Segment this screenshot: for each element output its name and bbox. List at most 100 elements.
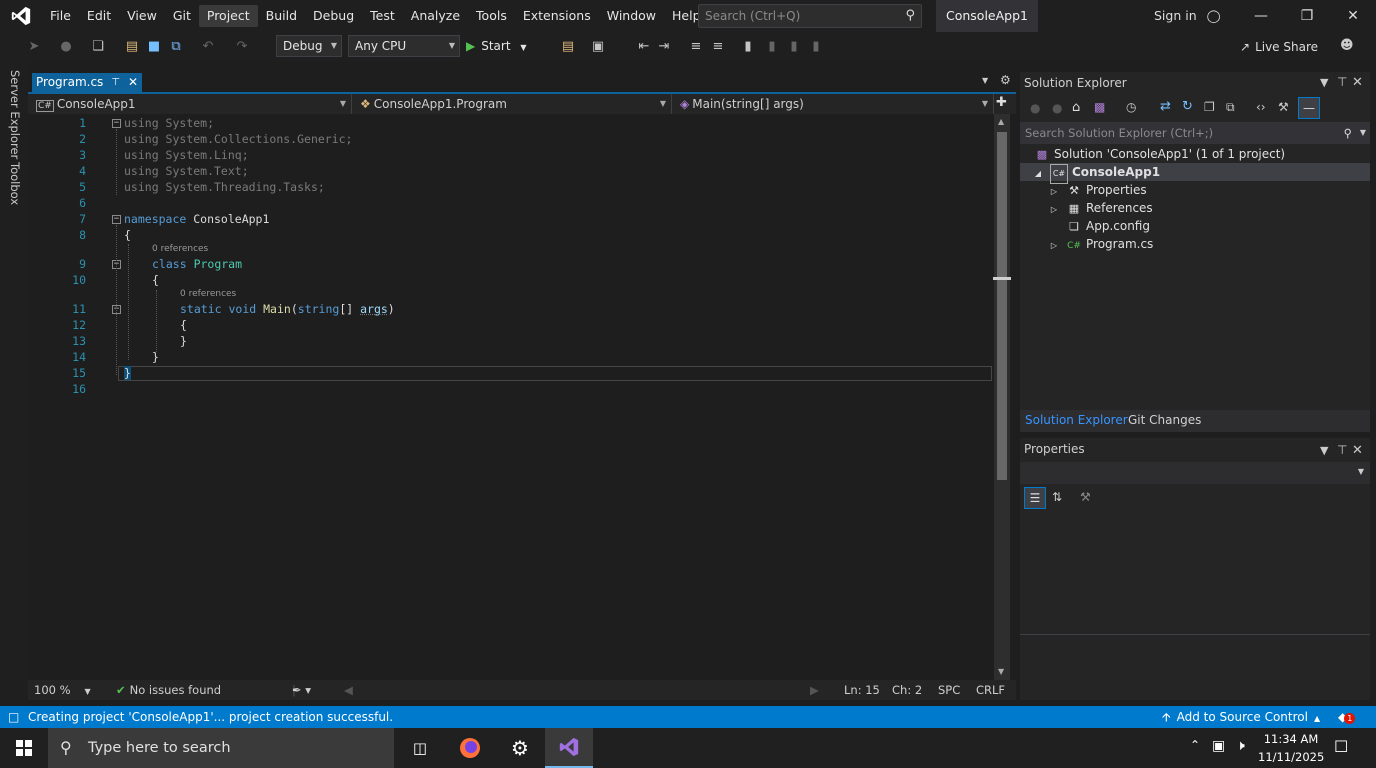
refresh-icon[interactable]: ↻ xyxy=(1182,99,1193,114)
close-icon[interactable]: ✕ xyxy=(128,73,138,92)
project-dropdown[interactable]: C# ConsoleApp1 ▼ xyxy=(30,94,352,114)
tree-references-node[interactable]: ▷ ▦ References xyxy=(1046,199,1153,217)
class-dropdown[interactable]: ❖ ConsoleApp1.Program ▼ xyxy=(354,94,672,114)
code-lens-references[interactable]: 0 references xyxy=(180,289,236,299)
pin-icon[interactable]: ⊤ xyxy=(1337,75,1347,89)
expanded-arrow-icon[interactable]: ◢ xyxy=(1030,165,1046,183)
menu-file[interactable]: File xyxy=(42,5,79,27)
menu-window[interactable]: Window xyxy=(599,5,664,27)
feedback-icon[interactable]: ☻ xyxy=(1340,38,1354,53)
windows-start-icon[interactable] xyxy=(0,728,48,768)
whitespace-indicator[interactable]: SPC xyxy=(938,683,960,697)
gear-icon[interactable]: ⚙ xyxy=(1000,73,1011,87)
solution-platform-dropdown[interactable]: Any CPU ▼ xyxy=(348,35,460,57)
fold-toggle-icon[interactable]: − xyxy=(112,215,121,224)
show-all-files-icon[interactable]: ⧉ xyxy=(1226,100,1235,115)
clear-bookmarks-icon[interactable]: ▮ xyxy=(808,39,824,55)
outdent-icon[interactable]: ≡ xyxy=(710,39,726,55)
navigate-back-icon[interactable]: ➤ xyxy=(26,39,42,55)
minimize-button[interactable]: — xyxy=(1238,0,1284,32)
preview-selected-icon[interactable]: — xyxy=(1298,97,1320,119)
tab-solution-explorer[interactable]: Solution Explorer xyxy=(1025,413,1128,427)
restore-button[interactable]: ❐ xyxy=(1284,0,1330,32)
tree-solution-node[interactable]: ▩ Solution 'ConsoleApp1' (1 of 1 project) xyxy=(1034,145,1285,163)
solution-explorer-search-input[interactable]: Search Solution Explorer (Ctrl+;) ⚲ ▼ xyxy=(1020,122,1370,144)
collapsed-arrow-icon[interactable]: ▷ xyxy=(1046,237,1062,255)
categorized-icon[interactable]: ☰ xyxy=(1024,487,1046,509)
menu-tools[interactable]: Tools xyxy=(468,5,515,27)
save-icon[interactable]: ■ xyxy=(146,39,162,55)
line-ending-indicator[interactable]: CRLF xyxy=(976,683,1005,697)
browser-link-icon[interactable]: ▣ xyxy=(590,39,606,55)
notifications-button[interactable]: ◆1 xyxy=(1338,706,1356,728)
panel-options-icon[interactable]: ▼ xyxy=(1320,76,1328,89)
chevron-up-icon[interactable]: ⌃ xyxy=(1190,738,1200,752)
volume-muted-icon[interactable]: 🕨 xyxy=(1236,738,1245,754)
forward-icon[interactable]: ● xyxy=(1052,101,1062,115)
menu-test[interactable]: Test xyxy=(362,5,403,27)
scroll-left-icon[interactable]: ◀ xyxy=(344,683,353,697)
tree-project-node[interactable]: ◢ C# ConsoleApp1 xyxy=(1030,163,1160,184)
scrollbar-thumb[interactable] xyxy=(997,132,1007,480)
tab-list-dropdown-icon[interactable]: ▼ xyxy=(982,76,988,85)
server-explorer-tab[interactable]: Server Explorer xyxy=(8,70,22,159)
code-lens-references[interactable]: 0 references xyxy=(152,244,208,254)
pin-icon[interactable]: ⊤ xyxy=(111,73,120,92)
issues-indicator[interactable]: ✔ No issues found xyxy=(116,683,221,697)
settings-gear-icon[interactable]: ⚙ xyxy=(496,728,544,768)
tab-program-cs[interactable]: Program.cs ⊤ ✕ xyxy=(32,73,143,92)
switch-views-icon[interactable]: ▩ xyxy=(1094,100,1105,114)
column-indicator[interactable]: Ch: 2 xyxy=(892,683,922,697)
sync-icon[interactable]: ⇄ xyxy=(1160,99,1171,114)
code-editor[interactable] xyxy=(28,114,994,680)
action-center-icon[interactable]: ☐ xyxy=(1334,737,1348,756)
pin-icon[interactable]: ⊤ xyxy=(1337,443,1347,457)
save-all-icon[interactable]: ⧉ xyxy=(168,39,184,55)
line-indicator[interactable]: Ln: 15 xyxy=(844,683,880,697)
menu-build[interactable]: Build xyxy=(258,5,305,27)
undo-icon[interactable]: ↶ xyxy=(200,39,216,55)
menu-extensions[interactable]: Extensions xyxy=(515,5,599,27)
property-pages-icon[interactable]: ⚒ xyxy=(1080,490,1091,504)
menu-debug[interactable]: Debug xyxy=(305,5,362,27)
menu-git[interactable]: Git xyxy=(165,5,199,27)
indent-icon[interactable]: ≡ xyxy=(688,39,704,55)
back-icon[interactable]: ● xyxy=(1030,101,1040,115)
close-window-button[interactable]: ✕ xyxy=(1330,0,1376,32)
tree-appconfig-node[interactable]: ❏ App.config xyxy=(1066,217,1150,235)
menu-project[interactable]: Project xyxy=(198,5,258,27)
menu-analyze[interactable]: Analyze xyxy=(403,5,468,27)
live-share-button[interactable]: ↗ Live Share xyxy=(1240,40,1318,54)
member-dropdown[interactable]: ◈ Main(string[] args) ▼ xyxy=(674,94,994,114)
step-over-icon[interactable]: ⇥ xyxy=(656,39,672,55)
next-bookmark-icon[interactable]: ▮ xyxy=(786,39,802,55)
visual-studio-taskbar-icon[interactable] xyxy=(545,728,593,768)
redo-icon[interactable]: ↷ xyxy=(234,39,250,55)
scroll-right-icon[interactable]: ▶ xyxy=(810,683,819,697)
zoom-dropdown[interactable]: 100 % ▼ xyxy=(34,683,91,697)
alphabetical-icon[interactable]: ⇅ xyxy=(1052,490,1062,504)
new-project-icon[interactable]: ❏ xyxy=(90,39,106,55)
prev-bookmark-icon[interactable]: ▮ xyxy=(764,39,780,55)
panel-options-icon[interactable]: ▼ xyxy=(1320,444,1328,457)
task-view-icon[interactable]: ◫ xyxy=(396,728,444,768)
firefox-icon[interactable] xyxy=(446,728,494,768)
code-cleanup-icon[interactable]: ✒ ▾ xyxy=(292,683,311,697)
global-search-input[interactable]: Search (Ctrl+Q) ⚲ xyxy=(698,4,922,28)
network-icon[interactable]: ▣ xyxy=(1212,738,1225,754)
start-debugging-button[interactable]: ▶ Start ▼ xyxy=(466,35,527,57)
navigate-forward-icon[interactable]: ● xyxy=(58,39,74,55)
menu-edit[interactable]: Edit xyxy=(79,5,119,27)
taskbar-clock[interactable]: 11:34 AM 11/11/2025 xyxy=(1258,730,1324,766)
tree-properties-node[interactable]: ▷ ⚒ Properties xyxy=(1046,181,1147,199)
scroll-down-icon[interactable]: ▼ xyxy=(998,667,1004,676)
sign-in-button[interactable]: Sign in ◯ xyxy=(1154,0,1221,32)
toolbox-tab[interactable]: Toolbox xyxy=(8,162,22,205)
step-into-icon[interactable]: ⇤ xyxy=(636,39,652,55)
home-icon[interactable]: ⌂ xyxy=(1072,100,1080,115)
close-icon[interactable]: ✕ xyxy=(1352,75,1363,90)
view-code-icon[interactable]: ‹› xyxy=(1256,100,1266,114)
bookmark-icon[interactable]: ▮ xyxy=(740,39,756,55)
collapsed-arrow-icon[interactable]: ▷ xyxy=(1046,201,1062,219)
properties-object-selector[interactable]: ▼ xyxy=(1020,462,1370,484)
